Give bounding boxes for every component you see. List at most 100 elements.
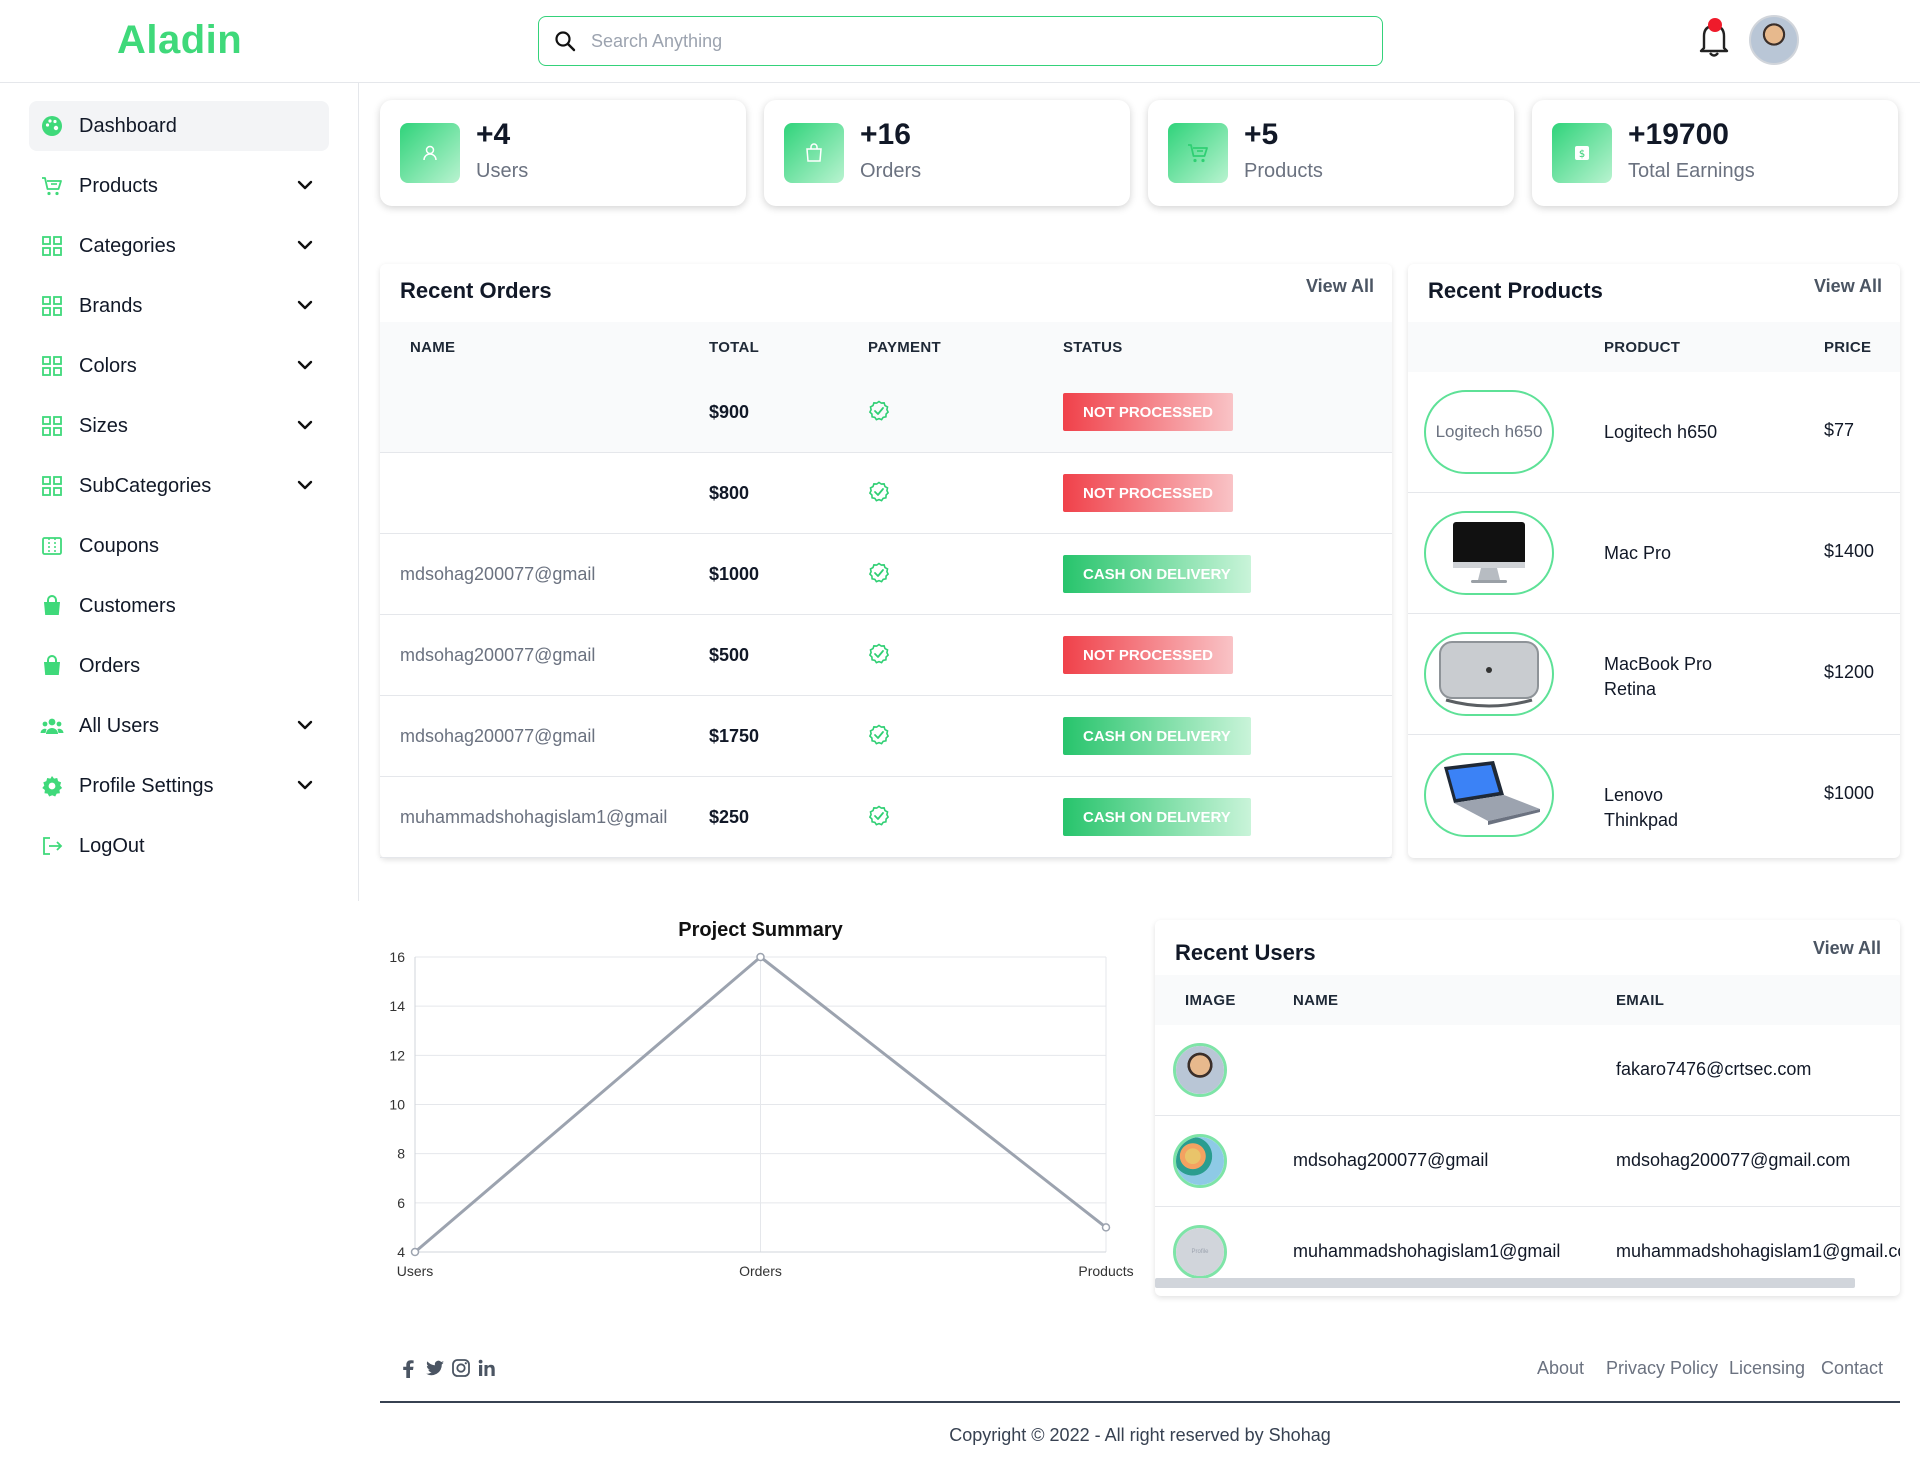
footer-link-contact[interactable]: Contact	[1821, 1358, 1883, 1379]
order-row[interactable]: $900 NOT PROCESSED	[380, 372, 1392, 453]
sidebar-item-categories[interactable]: Categories	[29, 221, 329, 271]
recent-users-card: Recent Users View All IMAGE NAME EMAIL f…	[1155, 920, 1900, 1296]
product-row[interactable]: Logitech h650 Logitech h650 $77	[1408, 372, 1900, 493]
product-row[interactable]: Lenovo Thinkpad $1000	[1408, 735, 1900, 856]
stat-label: Orders	[860, 160, 922, 182]
line-chart: Project Summary 4 6 8 10 12 14 16 Users Orders Pro…	[389, 919, 1133, 1279]
order-row[interactable]: muhammadshohagislam1@gmail $250 CASH ON …	[380, 777, 1392, 858]
svg-text:$: $	[1579, 149, 1585, 160]
sidebar-item-customers[interactable]: Customers	[29, 581, 329, 631]
order-status-badge: CASH ON DELIVERY	[1063, 798, 1251, 836]
column-header: TOTAL	[709, 339, 760, 356]
user-row[interactable]: fakaro7476@crtsec.com	[1155, 1025, 1900, 1116]
chevron-down-icon[interactable]	[295, 415, 315, 435]
sidebar-item-colors[interactable]: Colors	[29, 341, 329, 391]
product-row[interactable]: Mac Pro $1400	[1408, 493, 1900, 614]
chevron-down-icon[interactable]	[295, 235, 315, 255]
product-row[interactable]: MacBook Pro Retina $1200	[1408, 614, 1900, 735]
product-image[interactable]: Logitech h650	[1424, 390, 1554, 474]
broken-image-alt: Logitech h650	[1435, 422, 1543, 441]
twitter-icon[interactable]	[424, 1357, 446, 1379]
sidebar-item-brands[interactable]: Brands	[29, 281, 329, 331]
instagram-icon[interactable]	[450, 1357, 472, 1379]
recent-products-title: Recent Products	[1428, 278, 1603, 303]
y-tick-label: 6	[397, 1195, 405, 1211]
facebook-icon[interactable]	[398, 1357, 420, 1379]
column-header: NAME	[410, 339, 456, 356]
data-point	[756, 952, 765, 962]
order-row[interactable]: mdsohag200077@gmail $1750 CASH ON DELIVE…	[380, 696, 1392, 777]
coupon-icon	[40, 534, 64, 558]
data-point	[410, 1247, 420, 1257]
project-summary-chart: Project Summary 4 6 8 10 12 14 16 Users Orders Pro…	[380, 910, 1140, 1290]
order-customer: mdsohag200077@gmail	[400, 645, 596, 665]
sidebar-item-dashboard[interactable]: Dashboard	[29, 101, 329, 151]
order-total: $800	[709, 483, 750, 503]
sidebar-item-label: SubCategories	[79, 474, 212, 497]
order-status-badge: NOT PROCESSED	[1063, 474, 1234, 512]
column-header: EMAIL	[1616, 992, 1665, 1009]
user-email: fakaro7476@crtsec.com	[1616, 1059, 1812, 1079]
sidebar-item-products[interactable]: Products	[29, 161, 329, 211]
order-row[interactable]: $800 NOT PROCESSED	[380, 453, 1392, 534]
user-avatar[interactable]	[1173, 1043, 1227, 1097]
products-view-all-link[interactable]: View All	[1814, 276, 1882, 297]
stat-value: +5	[1244, 118, 1279, 151]
sidebar-item-orders[interactable]: Orders	[29, 641, 329, 691]
product-image[interactable]	[1424, 632, 1554, 716]
sidebar-item-coupons[interactable]: Coupons	[29, 521, 329, 571]
user-row[interactable]: mdsohag200077@gmail mdsohag200077@gmail.…	[1155, 1116, 1900, 1207]
mac-pro-image	[1439, 641, 1539, 708]
grid-icon	[40, 414, 64, 438]
sidebar-item-all-users[interactable]: All Users	[29, 701, 329, 751]
chevron-down-icon[interactable]	[295, 715, 315, 735]
product-image[interactable]	[1424, 511, 1554, 595]
user-avatar[interactable]	[1173, 1134, 1227, 1188]
y-tick-label: 16	[389, 949, 405, 965]
horizontal-scrollbar[interactable]	[1155, 1278, 1855, 1288]
footer-link-privacy-policy[interactable]: Privacy Policy	[1606, 1358, 1718, 1379]
sidebar-item-sizes[interactable]: Sizes	[29, 401, 329, 451]
order-row[interactable]: mdsohag200077@gmail $1000 CASH ON DELIVE…	[380, 534, 1392, 615]
notification-bell[interactable]	[1698, 18, 1730, 58]
sidebar-item-subcategories[interactable]: SubCategories	[29, 461, 329, 511]
sidebar-item-logout[interactable]: LogOut	[29, 821, 329, 871]
sidebar: Dashboard Products Categories Brands Col…	[0, 83, 359, 901]
sidebar-item-label: LogOut	[79, 834, 145, 857]
stat-label: Total Earnings	[1628, 160, 1755, 182]
payment-check-icon	[868, 724, 890, 746]
product-image[interactable]	[1424, 753, 1554, 837]
order-status-badge: NOT PROCESSED	[1063, 636, 1234, 674]
orders-view-all-link[interactable]: View All	[1306, 276, 1374, 297]
search-box[interactable]	[538, 16, 1383, 66]
footer-link-about[interactable]: About	[1537, 1358, 1584, 1379]
chevron-down-icon[interactable]	[295, 475, 315, 495]
footer-link-licensing[interactable]: Licensing	[1729, 1358, 1805, 1379]
brand-logo[interactable]: Aladin	[117, 18, 242, 63]
user-avatar[interactable]	[1749, 15, 1799, 65]
order-row[interactable]: mdsohag200077@gmail $500 NOT PROCESSED	[380, 615, 1392, 696]
chevron-down-icon[interactable]	[295, 355, 315, 375]
user-photo	[1176, 1046, 1224, 1094]
copyright-text: Copyright © 2022 - All right reserved by…	[949, 1425, 1331, 1445]
profile-placeholder: Profile	[1176, 1228, 1224, 1276]
chevron-down-icon[interactable]	[295, 175, 315, 195]
user-avatar[interactable]: Profile	[1173, 1225, 1227, 1279]
order-customer: muhammadshohagislam1@gmail	[400, 807, 668, 827]
linkedin-icon[interactable]	[476, 1357, 498, 1379]
users-view-all-link[interactable]: View All	[1813, 938, 1881, 959]
order-total: $500	[709, 645, 750, 665]
chevron-down-icon[interactable]	[295, 775, 315, 795]
order-customer: mdsohag200077@gmail	[400, 564, 596, 584]
sidebar-item-label: Products	[79, 174, 158, 197]
y-tick-label: 4	[397, 1244, 405, 1260]
product-name: Logitech h650	[1604, 422, 1718, 442]
sidebar-item-profile-settings[interactable]: Profile Settings	[29, 761, 329, 811]
chevron-down-icon[interactable]	[295, 295, 315, 315]
search-input[interactable]	[591, 30, 1351, 52]
column-header: PAYMENT	[868, 339, 941, 356]
top-bar: Aladin	[0, 0, 1920, 83]
grid-icon	[40, 474, 64, 498]
product-name: MacBook Pro Retina	[1604, 654, 1713, 699]
product-price: $77	[1824, 420, 1855, 440]
